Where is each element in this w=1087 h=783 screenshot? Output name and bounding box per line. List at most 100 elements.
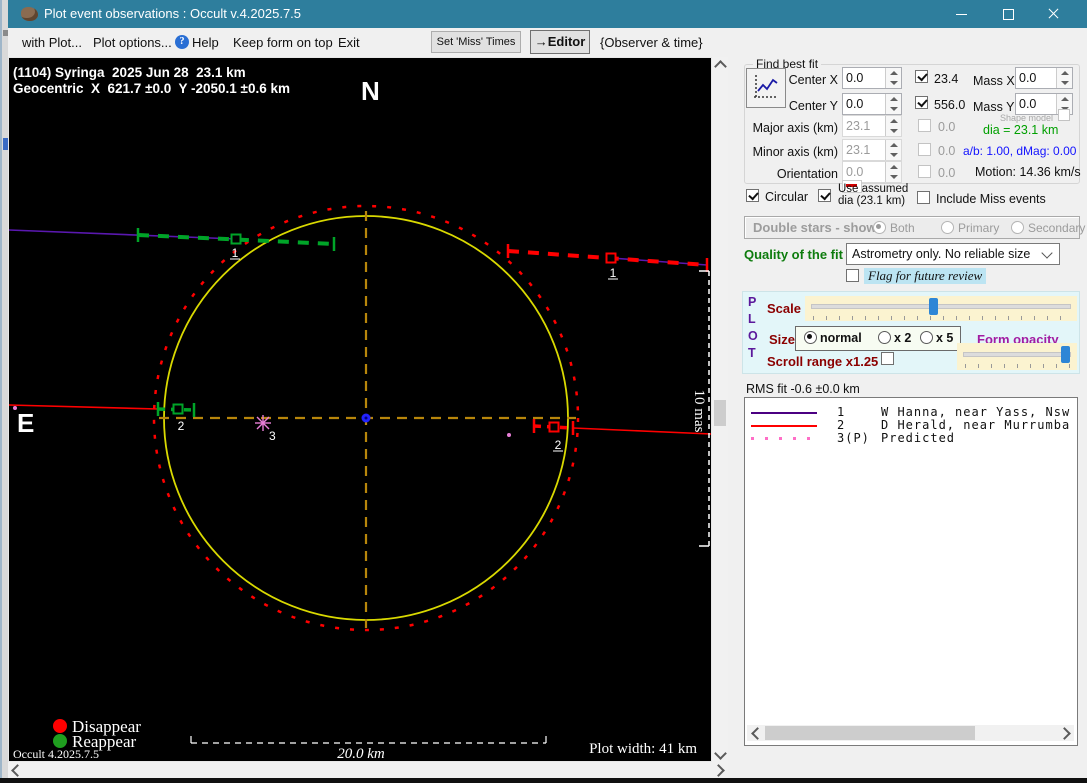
use-assumed-label-1: Use assumed — [838, 183, 908, 195]
include-miss-checkbox[interactable] — [917, 191, 930, 204]
svg-text:1: 1 — [610, 266, 617, 280]
scroll-down-icon[interactable] — [714, 747, 727, 760]
center-x-label: Center X — [758, 73, 838, 87]
opacity-slider-thumb[interactable] — [1061, 346, 1070, 363]
minor-unc-value: 0.0 — [938, 144, 955, 158]
quality-label: Quality of the fit — [744, 247, 843, 262]
major-unc-value: 0.0 — [938, 120, 955, 134]
observer-1-num: 1 — [837, 405, 845, 419]
rms-fit-label: RMS fit -0.6 ±0.0 km — [746, 382, 860, 396]
orientation-unc-checkbox[interactable] — [918, 165, 931, 178]
editor-button[interactable]: →Editor — [530, 30, 590, 54]
list-horizontal-scrollbar[interactable] — [747, 725, 1074, 741]
center-y-label: Center Y — [758, 99, 838, 113]
dia-label: dia = 23.1 km — [983, 123, 1058, 137]
observer-3-name: Predicted — [881, 431, 955, 445]
circular-label: Circular — [765, 190, 808, 204]
shape-model-checkbox[interactable] — [1058, 109, 1070, 121]
size-x2-radio[interactable] — [878, 331, 891, 344]
chord2-line-right — [573, 428, 711, 434]
major-axis-input: 23.1 — [842, 115, 902, 137]
size-radio-group: normal x 2 x 5 — [795, 326, 961, 351]
check-y-checkbox[interactable] — [915, 96, 928, 109]
menu-exit[interactable]: Exit — [338, 35, 360, 50]
observer-1-name: W Hanna, near Yass, Nsw — [881, 405, 1070, 419]
scroll-right-icon[interactable] — [712, 764, 725, 777]
double-primary-label: Primary — [958, 221, 999, 235]
mass-x-input[interactable]: 0.0 — [1015, 67, 1073, 89]
dropdown-chevron-icon — [1041, 247, 1052, 258]
ab-dmag-label: a/b: 1.00, dMag: 0.00 — [963, 144, 1076, 158]
center-y-input[interactable]: 0.0 — [842, 93, 902, 115]
double-stars-label: Double stars - show — [753, 220, 877, 235]
list-scroll-thumb[interactable] — [765, 726, 975, 740]
check-x-checkbox[interactable] — [915, 70, 928, 83]
size-normal-label: normal — [820, 331, 862, 345]
window-title: Plot event observations : Occult v.4.202… — [44, 6, 301, 21]
help-icon[interactable]: ? — [175, 35, 189, 49]
plot-header-line1: (1104) Syringa 2025 Jun 28 23.1 km — [13, 65, 246, 80]
orientation-label: Orientation — [738, 167, 838, 181]
minor-axis-input: 23.1 — [842, 139, 902, 161]
use-assumed-checkbox[interactable] — [818, 189, 831, 202]
plot-vertical-scrollbar[interactable] — [712, 57, 728, 762]
plot-horizontal-scrollbar[interactable] — [8, 762, 728, 778]
double-primary-radio[interactable] — [941, 221, 954, 234]
list-scroll-left-icon[interactable] — [751, 727, 764, 740]
desktop-strip — [0, 778, 1087, 783]
plot-letter-l: L — [748, 312, 756, 326]
double-secondary-radio[interactable] — [1011, 221, 1024, 234]
menu-help[interactable]: Help — [192, 35, 219, 50]
plot-letter-o: O — [748, 329, 758, 343]
mass-x-label: Mass X — [973, 74, 1015, 88]
east-label: E — [17, 408, 34, 438]
plot-letter-t: T — [748, 346, 756, 360]
maximize-button[interactable] — [987, 0, 1029, 28]
menu-keep-on-top[interactable]: Keep form on top — [233, 35, 333, 50]
menu-with-plot[interactable]: with Plot... — [22, 35, 82, 50]
plot-header-line2: Geocentric X 621.7 ±0.0 Y -2050.1 ±0.6 k… — [13, 81, 290, 96]
check-y-value: 556.0 — [934, 98, 965, 112]
svg-text:2: 2 — [555, 438, 562, 452]
scale-slider[interactable] — [805, 296, 1077, 321]
minor-axis-label: Minor axis (km) — [738, 145, 838, 159]
set-miss-times-button[interactable]: Set 'Miss' Times — [431, 31, 521, 53]
minor-unc-checkbox[interactable] — [918, 143, 931, 156]
center-y-spinner[interactable] — [885, 94, 901, 114]
observer-2-num: 2 — [837, 418, 845, 432]
observer-1-swatch — [751, 412, 817, 414]
vertical-scroll-thumb[interactable] — [714, 400, 726, 426]
quality-dropdown[interactable]: Astrometry only. No reliable size — [846, 243, 1060, 265]
event-dot — [507, 433, 511, 437]
minimize-button[interactable] — [941, 0, 983, 28]
reappear-legend-dot — [53, 734, 67, 748]
form-opacity-slider[interactable] — [957, 343, 1077, 370]
scroll-range-label: Scroll range x1.25 — [767, 354, 878, 369]
major-unc-checkbox[interactable] — [918, 119, 931, 132]
screen: Plot event observations : Occult v.4.202… — [0, 0, 1087, 783]
size-normal-radio[interactable] — [804, 331, 817, 344]
circular-checkbox[interactable] — [746, 189, 759, 202]
observer-2-swatch — [751, 425, 817, 427]
major-axis-label: Major axis (km) — [738, 121, 838, 135]
scroll-up-icon[interactable] — [714, 60, 727, 73]
observer-list[interactable]: 1 W Hanna, near Yass, Nsw 2 D Herald, ne… — [744, 397, 1078, 746]
mass-y-label: Mass Y — [973, 100, 1014, 114]
scroll-left-icon[interactable] — [11, 764, 24, 777]
close-button[interactable] — [1032, 0, 1074, 28]
double-both-radio[interactable] — [873, 221, 886, 234]
menu-plot-options[interactable]: Plot options... — [93, 35, 172, 50]
scroll-range-checkbox[interactable] — [881, 352, 894, 365]
plot-canvas[interactable]: (1104) Syringa 2025 Jun 28 23.1 km Geoce… — [8, 57, 712, 762]
flag-review-checkbox[interactable] — [846, 269, 859, 282]
size-x5-radio[interactable] — [920, 331, 933, 344]
plot-width-label: Plot width: 41 km — [589, 741, 697, 757]
occult-plot-window: Plot event observations : Occult v.4.202… — [8, 0, 1087, 778]
km-scale-label: 20.0 km — [337, 746, 385, 761]
menubar: with Plot... Plot options... ? Help Keep… — [8, 28, 1087, 58]
mass-x-spinner[interactable] — [1056, 68, 1072, 88]
center-x-input[interactable]: 0.0 — [842, 67, 902, 89]
list-scroll-right-icon[interactable] — [1058, 727, 1071, 740]
scale-slider-thumb[interactable] — [929, 298, 938, 315]
center-x-spinner[interactable] — [885, 68, 901, 88]
